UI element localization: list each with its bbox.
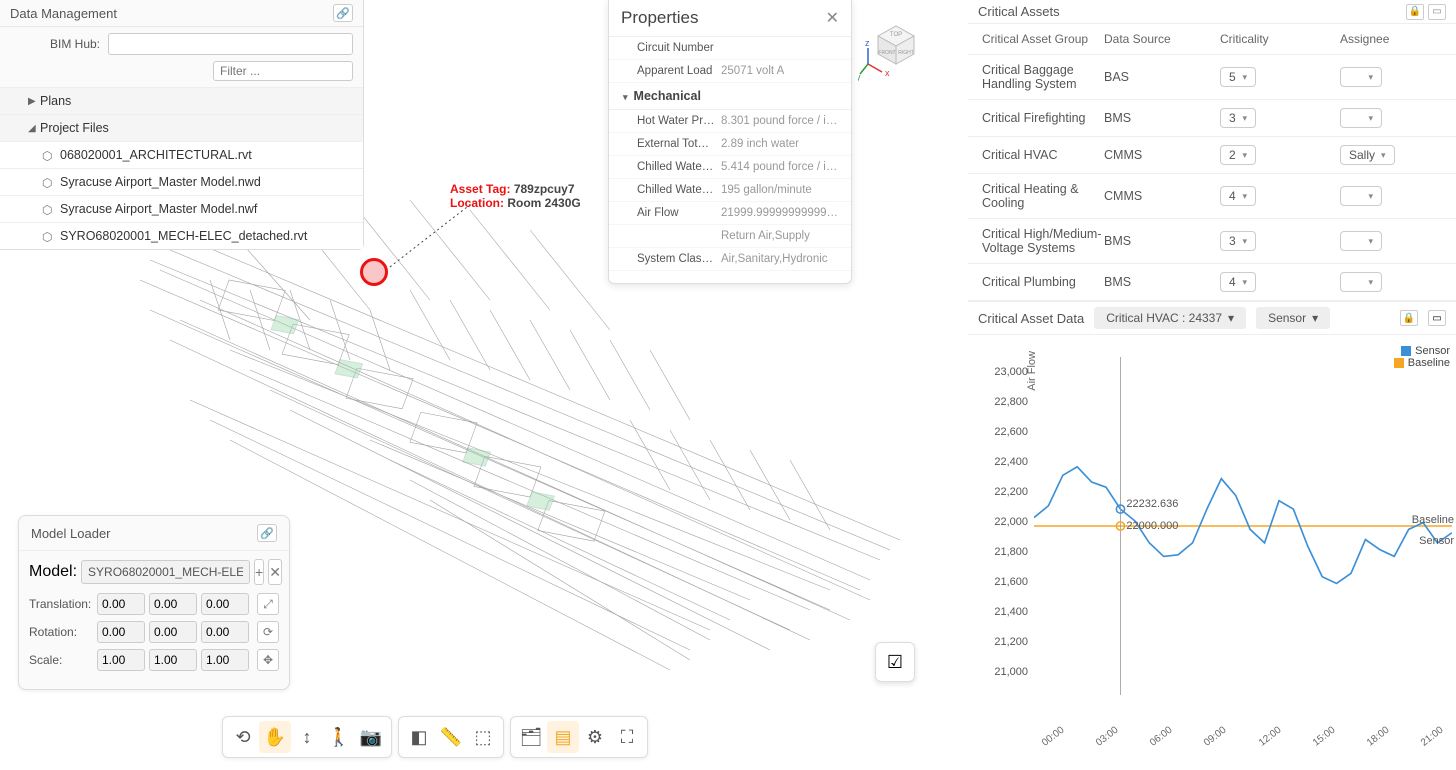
- criticality-dropdown[interactable]: 3▾: [1220, 231, 1256, 251]
- explode-tool[interactable]: ⬚: [467, 721, 499, 753]
- scale-x[interactable]: [97, 649, 145, 671]
- collapse-icon[interactable]: ▭: [1428, 310, 1446, 326]
- translation-z[interactable]: [201, 593, 249, 615]
- zoom-tool[interactable]: ↕: [291, 721, 323, 753]
- model-name-input[interactable]: [81, 560, 250, 584]
- criticality-dropdown[interactable]: 4▾: [1220, 272, 1256, 292]
- asset-marker[interactable]: [360, 258, 388, 286]
- link-icon[interactable]: 🔗: [257, 524, 277, 542]
- bim-hub-input[interactable]: [108, 33, 353, 55]
- metric-selector[interactable]: Sensor▾: [1256, 307, 1330, 329]
- asset-callout: Asset Tag: 789zpcuy7 Location: Room 2430…: [450, 182, 581, 211]
- assignee-dropdown[interactable]: ▾: [1340, 108, 1382, 128]
- view-cube[interactable]: TOP FRONT RIGHT x y z: [858, 4, 928, 88]
- tree-file[interactable]: ⬡Syracuse Airport_Master Model.nwd: [0, 168, 363, 195]
- properties-panel: Properties ✕ Circuit Number Apparent Loa…: [608, 0, 852, 284]
- tree-file[interactable]: ⬡SYRO68020001_MECH-ELEC_detached.rvt: [0, 222, 363, 249]
- link-icon[interactable]: 🔗: [333, 4, 353, 22]
- tree-project-files[interactable]: ◢Project Files: [0, 114, 363, 141]
- assignee-dropdown[interactable]: ▾: [1340, 67, 1382, 87]
- svg-text:FRONT: FRONT: [878, 50, 895, 56]
- criticality-dropdown[interactable]: 2▾: [1220, 145, 1256, 165]
- fullscreen-tool[interactable]: ⛶: [611, 721, 643, 753]
- end-label-baseline: Baseline: [1412, 514, 1454, 526]
- filter-input[interactable]: [213, 61, 353, 81]
- rotation-z[interactable]: [201, 621, 249, 643]
- end-label-sensor: Sensor: [1419, 535, 1454, 547]
- rotation-y[interactable]: [149, 621, 197, 643]
- svg-text:x: x: [885, 68, 890, 78]
- add-model-button[interactable]: +: [254, 559, 264, 585]
- scale-y[interactable]: [149, 649, 197, 671]
- viewer-toolbar: ⟲ ✋ ↕ 🚶 📷 ◧ 📏 ⬚ 🗂 ▤ ⚙ ⛶: [222, 716, 648, 758]
- chart[interactable]: Air Flow Sensor Baseline 23,00022,80022,…: [968, 335, 1456, 755]
- marker-leader-line: [386, 200, 387, 201]
- refresh-icon[interactable]: ⟳: [257, 621, 279, 643]
- orbit-tool[interactable]: ⟲: [227, 721, 259, 753]
- confirm-button[interactable]: ☑: [875, 642, 915, 682]
- camera-tool[interactable]: 📷: [355, 721, 387, 753]
- properties-group-mechanical[interactable]: Mechanical: [609, 83, 851, 110]
- data-management-title: Data Management: [10, 6, 117, 21]
- y-tick-labels: 23,00022,80022,60022,40022,20022,00021,8…: [976, 357, 1028, 687]
- svg-text:RIGHT: RIGHT: [898, 50, 914, 56]
- remove-model-button[interactable]: ✕: [268, 559, 282, 585]
- translation-x[interactable]: [97, 593, 145, 615]
- model-browser-tool[interactable]: 🗂: [515, 721, 547, 753]
- model-loader-panel: Model Loader 🔗 Model: + ✕ Translation: ⤢…: [18, 515, 290, 690]
- rotation-x[interactable]: [97, 621, 145, 643]
- pan-tool[interactable]: ✋: [259, 721, 291, 753]
- collapse-icon[interactable]: ▭: [1428, 4, 1446, 20]
- properties-title: Properties: [621, 8, 698, 28]
- data-management-panel: Data Management 🔗 BIM Hub: ▶Plans ◢Proje…: [0, 0, 364, 250]
- asset-selector[interactable]: Critical HVAC : 24337▾: [1094, 307, 1246, 329]
- right-panel: Critical Assets 🔒 ▭ Critical Asset Group…: [968, 0, 1456, 770]
- cursor-sensor-label: 22232.636: [1126, 498, 1178, 510]
- tree-plans[interactable]: ▶Plans: [0, 87, 363, 114]
- criticality-dropdown[interactable]: 5▾: [1220, 67, 1256, 87]
- criticality-dropdown[interactable]: 4▾: [1220, 186, 1256, 206]
- assignee-dropdown[interactable]: Sally▾: [1340, 145, 1395, 165]
- project-tree: ▶Plans ◢Project Files ⬡068020001_ARCHITE…: [0, 87, 363, 249]
- svg-text:TOP: TOP: [890, 32, 902, 38]
- target-icon[interactable]: ✥: [257, 649, 279, 671]
- table-row[interactable]: Critical Baggage Handling System BAS 5▾ …: [968, 55, 1456, 100]
- critical-asset-data-title: Critical Asset Data: [978, 311, 1084, 326]
- x-tick-labels: 00:0003:0006:0009:0012:0015:0018:0021:00: [1040, 740, 1444, 751]
- tree-file[interactable]: ⬡068020001_ARCHITECTURAL.rvt: [0, 141, 363, 168]
- translation-y[interactable]: [149, 593, 197, 615]
- model-loader-title: Model Loader: [31, 526, 111, 541]
- expand-icon[interactable]: ⤢: [257, 593, 279, 615]
- measure-tool[interactable]: 📏: [435, 721, 467, 753]
- svg-text:z: z: [865, 38, 870, 48]
- lock-icon[interactable]: 🔒: [1406, 4, 1424, 20]
- scale-z[interactable]: [201, 649, 249, 671]
- assignee-dropdown[interactable]: ▾: [1340, 231, 1382, 251]
- section-tool[interactable]: ◧: [403, 721, 435, 753]
- layers-tool[interactable]: ▤: [547, 721, 579, 753]
- assignee-dropdown[interactable]: ▾: [1340, 186, 1382, 206]
- assignee-dropdown[interactable]: ▾: [1340, 272, 1382, 292]
- table-row[interactable]: Critical HVAC CMMS 2▾ Sally▾: [968, 137, 1456, 174]
- table-row[interactable]: Critical High/Medium-Voltage Systems BMS…: [968, 219, 1456, 264]
- lock-icon[interactable]: 🔒: [1400, 310, 1418, 326]
- critical-assets-table: Critical Asset Group Data Source Critica…: [968, 24, 1456, 301]
- bim-hub-label: BIM Hub:: [10, 37, 100, 51]
- criticality-dropdown[interactable]: 3▾: [1220, 108, 1256, 128]
- walk-tool[interactable]: 🚶: [323, 721, 355, 753]
- critical-assets-title: Critical Assets: [978, 4, 1060, 19]
- settings-tool[interactable]: ⚙: [579, 721, 611, 753]
- table-row[interactable]: Critical Firefighting BMS 3▾ ▾: [968, 100, 1456, 137]
- close-icon[interactable]: ✕: [826, 8, 839, 28]
- table-row[interactable]: Critical Heating & Cooling CMMS 4▾ ▾: [968, 174, 1456, 219]
- tree-file[interactable]: ⬡Syracuse Airport_Master Model.nwf: [0, 195, 363, 222]
- cursor-baseline-label: 22000.000: [1126, 520, 1178, 532]
- table-row[interactable]: Critical Plumbing BMS 4▾ ▾: [968, 264, 1456, 301]
